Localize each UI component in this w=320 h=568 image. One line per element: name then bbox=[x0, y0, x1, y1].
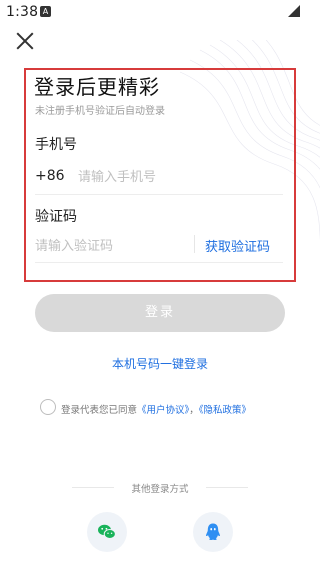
code-divider bbox=[35, 262, 283, 263]
country-code[interactable]: +86 bbox=[35, 168, 65, 184]
other-login-divider-right bbox=[206, 487, 248, 488]
agreement-prefix: 登录代表您已同意 bbox=[61, 405, 138, 416]
code-input[interactable] bbox=[35, 234, 185, 256]
agreement-text: 登录代表您已同意《用户协议》，《隐私政策》 bbox=[61, 402, 251, 416]
get-code-button[interactable]: 获取验证码 bbox=[205, 236, 270, 255]
wechat-login-button[interactable] bbox=[87, 512, 127, 552]
code-label: 验证码 bbox=[35, 209, 77, 225]
one-click-login-link[interactable]: 本机号码一键登录 bbox=[0, 355, 320, 372]
qq-icon bbox=[206, 523, 220, 541]
qq-login-button[interactable] bbox=[193, 512, 233, 552]
phone-label: 手机号 bbox=[35, 137, 77, 153]
status-app-icon: A bbox=[40, 6, 51, 17]
agreement-separator: ， bbox=[189, 405, 199, 416]
phone-input[interactable] bbox=[78, 164, 268, 188]
page-subtitle: 未注册手机号验证后自动登录 bbox=[35, 106, 165, 117]
page-title: 登录后更精彩 bbox=[34, 75, 160, 99]
code-separator bbox=[194, 235, 195, 253]
agreement-checkbox[interactable] bbox=[40, 399, 56, 415]
login-button[interactable]: 登录 bbox=[35, 294, 285, 332]
user-agreement-link[interactable]: 《用户协议》 bbox=[137, 405, 189, 416]
phone-divider bbox=[35, 194, 283, 195]
wechat-icon bbox=[98, 524, 116, 539]
status-bar: 1:38 A bbox=[0, 0, 320, 24]
status-time: 1:38 bbox=[6, 4, 39, 20]
close-button[interactable] bbox=[14, 30, 36, 52]
other-login-title: 其他登录方式 bbox=[131, 484, 189, 495]
login-screen: 1:38 A 登录后更精彩 未注册手机号验证后自动登录 手机号 +86 验证码 … bbox=[0, 0, 320, 568]
privacy-policy-link[interactable]: 《隐私政策》 bbox=[199, 405, 251, 416]
signal-icon bbox=[288, 5, 300, 17]
